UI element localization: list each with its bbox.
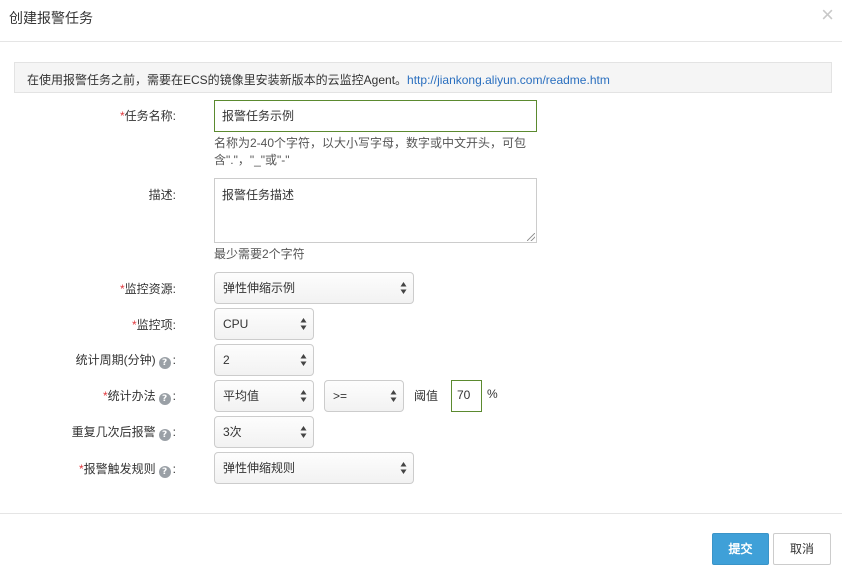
select-arrows-icon (300, 354, 307, 366)
description-label: 描述: (148, 188, 176, 202)
select-arrows-icon (300, 318, 307, 330)
task-name-value: 报警任务示例 (222, 109, 295, 123)
repeat-value: 3次 (223, 425, 242, 439)
select-arrows-icon (300, 426, 307, 438)
rule-value: 弹性伸缩规则 (223, 461, 296, 475)
help-icon[interactable]: ? (158, 466, 171, 478)
period-value: 2 (223, 353, 230, 367)
period-label: 统计周期(分钟)?: (75, 353, 176, 369)
operator-select[interactable]: >= (324, 380, 404, 412)
method-label: *统计办法?: (102, 389, 176, 405)
rule-label: *报警触发规则?: (78, 462, 176, 478)
dialog-title: 创建报警任务 (9, 10, 93, 26)
close-icon[interactable]: × (821, 2, 834, 28)
footer-divider (0, 513, 842, 514)
resource-value: 弹性伸缩示例 (223, 281, 296, 295)
metric-value: CPU (223, 317, 249, 331)
repeat-select[interactable]: 3次 (214, 416, 314, 448)
resource-select[interactable]: 弹性伸缩示例 (214, 272, 414, 304)
repeat-label: 重复几次后报警?: (71, 425, 176, 441)
select-arrows-icon (400, 462, 407, 474)
threshold-label: 阈值 (414, 389, 439, 403)
notice-text: 在使用报警任务之前，需要在ECS的镜像里安装新版本的云监控Agent。 (27, 73, 408, 87)
create-alarm-task-dialog: 创建报警任务 × 在使用报警任务之前，需要在ECS的镜像里安装新版本的云监控Ag… (0, 0, 842, 575)
cancel-button[interactable]: 取消 (773, 533, 831, 565)
readme-link[interactable]: http://jiankong.aliyun.com/readme.htm (407, 73, 610, 87)
method-value: 平均值 (223, 389, 260, 403)
operator-value: >= (333, 389, 348, 403)
metric-select[interactable]: CPU (214, 308, 314, 340)
dialog-header: 创建报警任务 × (0, 0, 842, 42)
threshold-input[interactable]: 70 (451, 380, 482, 412)
metric-label: *监控项: (131, 318, 176, 332)
select-arrows-icon (400, 282, 407, 294)
select-arrows-icon (300, 390, 307, 402)
rule-select[interactable]: 弹性伸缩规则 (214, 452, 414, 484)
help-icon[interactable]: ? (158, 357, 171, 369)
description-textarea[interactable]: 报警任务描述 (214, 178, 537, 243)
task-name-label: *任务名称: (119, 109, 176, 123)
submit-button[interactable]: 提交 (712, 533, 769, 565)
resource-label: *监控资源: (119, 282, 176, 296)
task-name-hint: 名称为2-40个字符，以大小写字母，数字或中文开头，可包含"."，"_"或"-" (214, 136, 527, 167)
method-select[interactable]: 平均值 (214, 380, 314, 412)
select-arrows-icon (390, 390, 397, 402)
description-value: 报警任务描述 (222, 188, 295, 202)
resize-handle-icon[interactable] (527, 233, 535, 241)
help-icon[interactable]: ? (158, 393, 171, 405)
threshold-unit: % (487, 387, 498, 401)
agent-notice: 在使用报警任务之前，需要在ECS的镜像里安装新版本的云监控Agent。http:… (14, 62, 832, 93)
task-name-input[interactable]: 报警任务示例 (214, 100, 537, 132)
help-icon[interactable]: ? (158, 429, 171, 441)
description-hint: 最少需要2个字符 (214, 247, 305, 261)
period-select[interactable]: 2 (214, 344, 314, 376)
threshold-value: 70 (457, 388, 471, 402)
